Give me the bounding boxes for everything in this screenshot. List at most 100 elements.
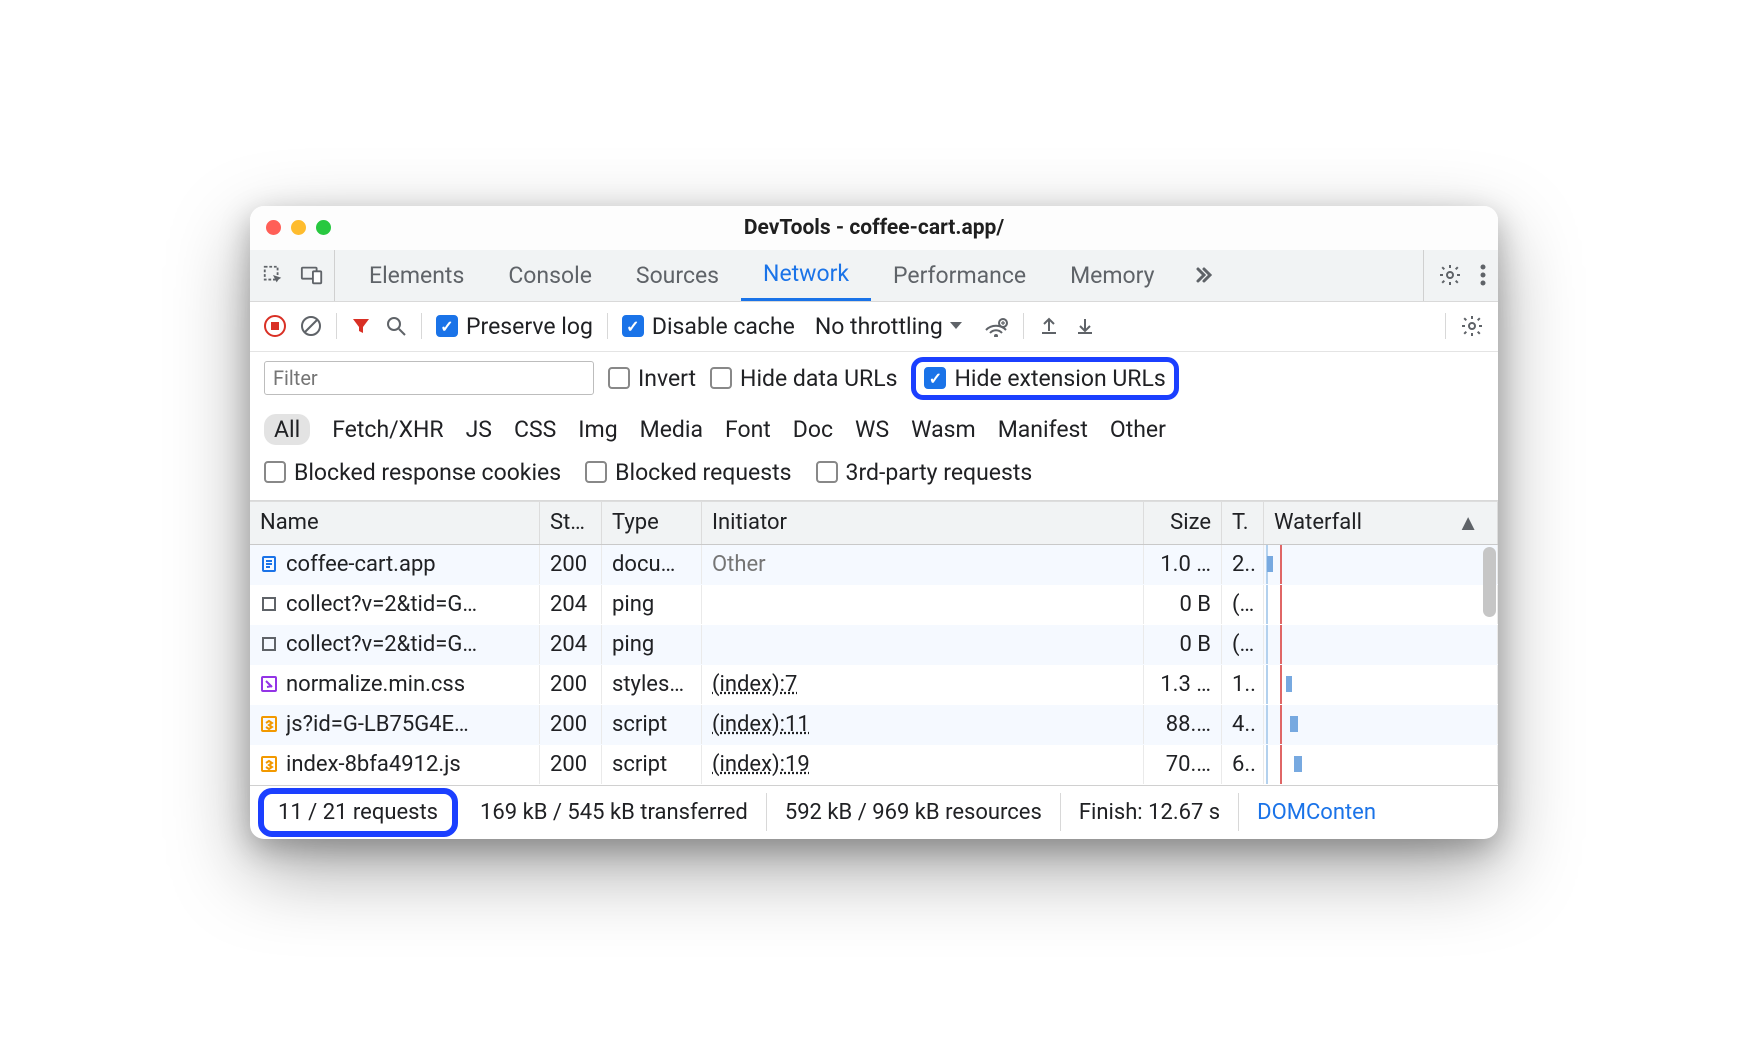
third-party-requests-checkbox[interactable]: 3rd-party requests: [816, 459, 1033, 486]
blocked-requests-label: Blocked requests: [615, 459, 791, 486]
request-name: coffee-cart.app: [286, 552, 436, 577]
checkbox-icon: [264, 461, 286, 483]
type-filter-fetch-xhr[interactable]: Fetch/XHR: [332, 416, 443, 443]
close-button[interactable]: [266, 220, 281, 235]
request-type: script: [602, 745, 702, 784]
table-row[interactable]: index-8bfa4912.js200script(index):1970.……: [250, 745, 1498, 785]
initiator-link[interactable]: (index):7: [712, 672, 797, 697]
request-waterfall: [1264, 545, 1498, 584]
request-initiator: (index):19: [702, 745, 1144, 784]
initiator-link[interactable]: (index):19: [712, 752, 810, 777]
column-size[interactable]: Size: [1144, 502, 1222, 544]
tab-elements[interactable]: Elements: [347, 250, 486, 301]
finish-time: Finish: 12.67 s: [1061, 793, 1239, 830]
filter-icon[interactable]: [351, 316, 371, 336]
download-icon[interactable]: [1074, 315, 1096, 337]
resources-size: 592 kB / 969 kB resources: [767, 793, 1061, 830]
column-initiator[interactable]: Initiator: [702, 502, 1144, 544]
search-icon[interactable]: [385, 315, 407, 337]
record-icon[interactable]: [264, 315, 286, 337]
requests-table-header: Name St… Type Initiator Size T. Waterfal…: [250, 501, 1498, 545]
sort-asc-icon: ▲: [1457, 510, 1487, 536]
hide-extension-urls-checkbox[interactable]: Hide extension URLs: [924, 365, 1165, 392]
preserve-log-label: Preserve log: [466, 313, 593, 340]
initiator-link[interactable]: (index):11: [712, 712, 810, 737]
file-js-icon: [260, 755, 278, 773]
file-box-icon: [260, 635, 278, 653]
file-doc-icon: [260, 555, 278, 573]
tab-console[interactable]: Console: [486, 250, 614, 301]
disable-cache-checkbox[interactable]: Disable cache: [622, 313, 795, 340]
type-filter-wasm[interactable]: Wasm: [911, 416, 976, 443]
titlebar: DevTools - coffee-cart.app/: [250, 206, 1498, 250]
main-tabs: ElementsConsoleSourcesNetworkPerformance…: [250, 250, 1498, 302]
blocked-requests-checkbox[interactable]: Blocked requests: [585, 459, 791, 486]
maximize-button[interactable]: [316, 220, 331, 235]
request-initiator: (index):11: [702, 705, 1144, 744]
column-time[interactable]: T.: [1222, 502, 1264, 544]
initiator-text: Other: [712, 552, 766, 577]
table-row[interactable]: js?id=G-LB75G4E…200script(index):1188.…4…: [250, 705, 1498, 745]
preserve-log-checkbox[interactable]: Preserve log: [436, 313, 593, 340]
settings-gear-icon[interactable]: [1438, 263, 1462, 287]
request-name: collect?v=2&tid=G…: [286, 592, 477, 617]
type-filter-other[interactable]: Other: [1110, 416, 1166, 443]
upload-icon[interactable]: [1038, 315, 1060, 337]
chevron-down-icon: [949, 321, 963, 331]
request-initiator: Other: [702, 545, 1144, 584]
request-time: 6..: [1222, 745, 1264, 784]
hide-data-urls-checkbox[interactable]: Hide data URLs: [710, 365, 897, 392]
type-filter-ws[interactable]: WS: [855, 416, 889, 443]
panel-settings-gear-icon[interactable]: [1460, 314, 1484, 338]
table-row[interactable]: coffee-cart.app200docu…Other1.0 …2..: [250, 545, 1498, 585]
request-size: 88.…: [1144, 705, 1222, 744]
request-status: 200: [540, 745, 602, 784]
type-filter-doc[interactable]: Doc: [793, 416, 833, 443]
blocked-response-cookies-checkbox[interactable]: Blocked response cookies: [264, 459, 561, 486]
request-time: 4..: [1222, 705, 1264, 744]
clear-icon[interactable]: [300, 315, 322, 337]
request-waterfall: [1264, 705, 1498, 744]
table-row[interactable]: collect?v=2&tid=G…204ping0 B(…: [250, 625, 1498, 665]
inspect-icon[interactable]: [262, 264, 284, 286]
more-tabs-icon[interactable]: [1181, 263, 1225, 287]
type-filter-media[interactable]: Media: [640, 416, 703, 443]
request-waterfall: [1264, 745, 1498, 784]
hide-extension-urls-highlight: Hide extension URLs: [911, 357, 1178, 400]
request-status: 204: [540, 625, 602, 664]
request-time: (…: [1222, 625, 1264, 664]
request-status: 204: [540, 585, 602, 624]
minimize-button[interactable]: [291, 220, 306, 235]
resource-type-filters: All Fetch/XHR JS CSS Img Media Font Doc WS Wasm Ma…: [250, 400, 1498, 453]
type-filter-font[interactable]: Font: [725, 416, 771, 443]
request-type: ping: [602, 585, 702, 624]
tab-memory[interactable]: Memory: [1048, 250, 1176, 301]
tab-network[interactable]: Network: [741, 250, 871, 301]
kebab-menu-icon[interactable]: [1480, 264, 1486, 286]
network-conditions-icon[interactable]: [983, 315, 1009, 337]
type-filter-manifest[interactable]: Manifest: [998, 416, 1088, 443]
column-status[interactable]: St…: [540, 502, 602, 544]
hide-data-urls-label: Hide data URLs: [740, 365, 897, 392]
throttling-dropdown[interactable]: No throttling: [809, 313, 969, 340]
type-filter-js[interactable]: JS: [466, 416, 492, 443]
device-toggle-icon[interactable]: [300, 264, 324, 286]
type-filter-img[interactable]: Img: [578, 416, 617, 443]
tab-sources[interactable]: Sources: [614, 250, 741, 301]
request-size: 70.…: [1144, 745, 1222, 784]
type-filter-all[interactable]: All: [264, 414, 310, 445]
tab-performance[interactable]: Performance: [871, 250, 1048, 301]
request-initiator: [702, 585, 1144, 624]
extra-filters: Blocked response cookies Blocked request…: [250, 453, 1498, 501]
checkbox-icon: [710, 367, 732, 389]
request-name: normalize.min.css: [286, 672, 465, 697]
table-row[interactable]: normalize.min.css200styles…(index):71.3 …: [250, 665, 1498, 705]
type-filter-css[interactable]: CSS: [514, 416, 556, 443]
filter-input[interactable]: Filter: [264, 361, 594, 395]
invert-checkbox[interactable]: Invert: [608, 365, 696, 392]
column-type[interactable]: Type: [602, 502, 702, 544]
column-name[interactable]: Name: [250, 502, 540, 544]
table-row[interactable]: collect?v=2&tid=G…204ping0 B(…: [250, 585, 1498, 625]
column-waterfall[interactable]: Waterfall ▲: [1264, 502, 1498, 544]
request-size: 1.3 …: [1144, 665, 1222, 704]
